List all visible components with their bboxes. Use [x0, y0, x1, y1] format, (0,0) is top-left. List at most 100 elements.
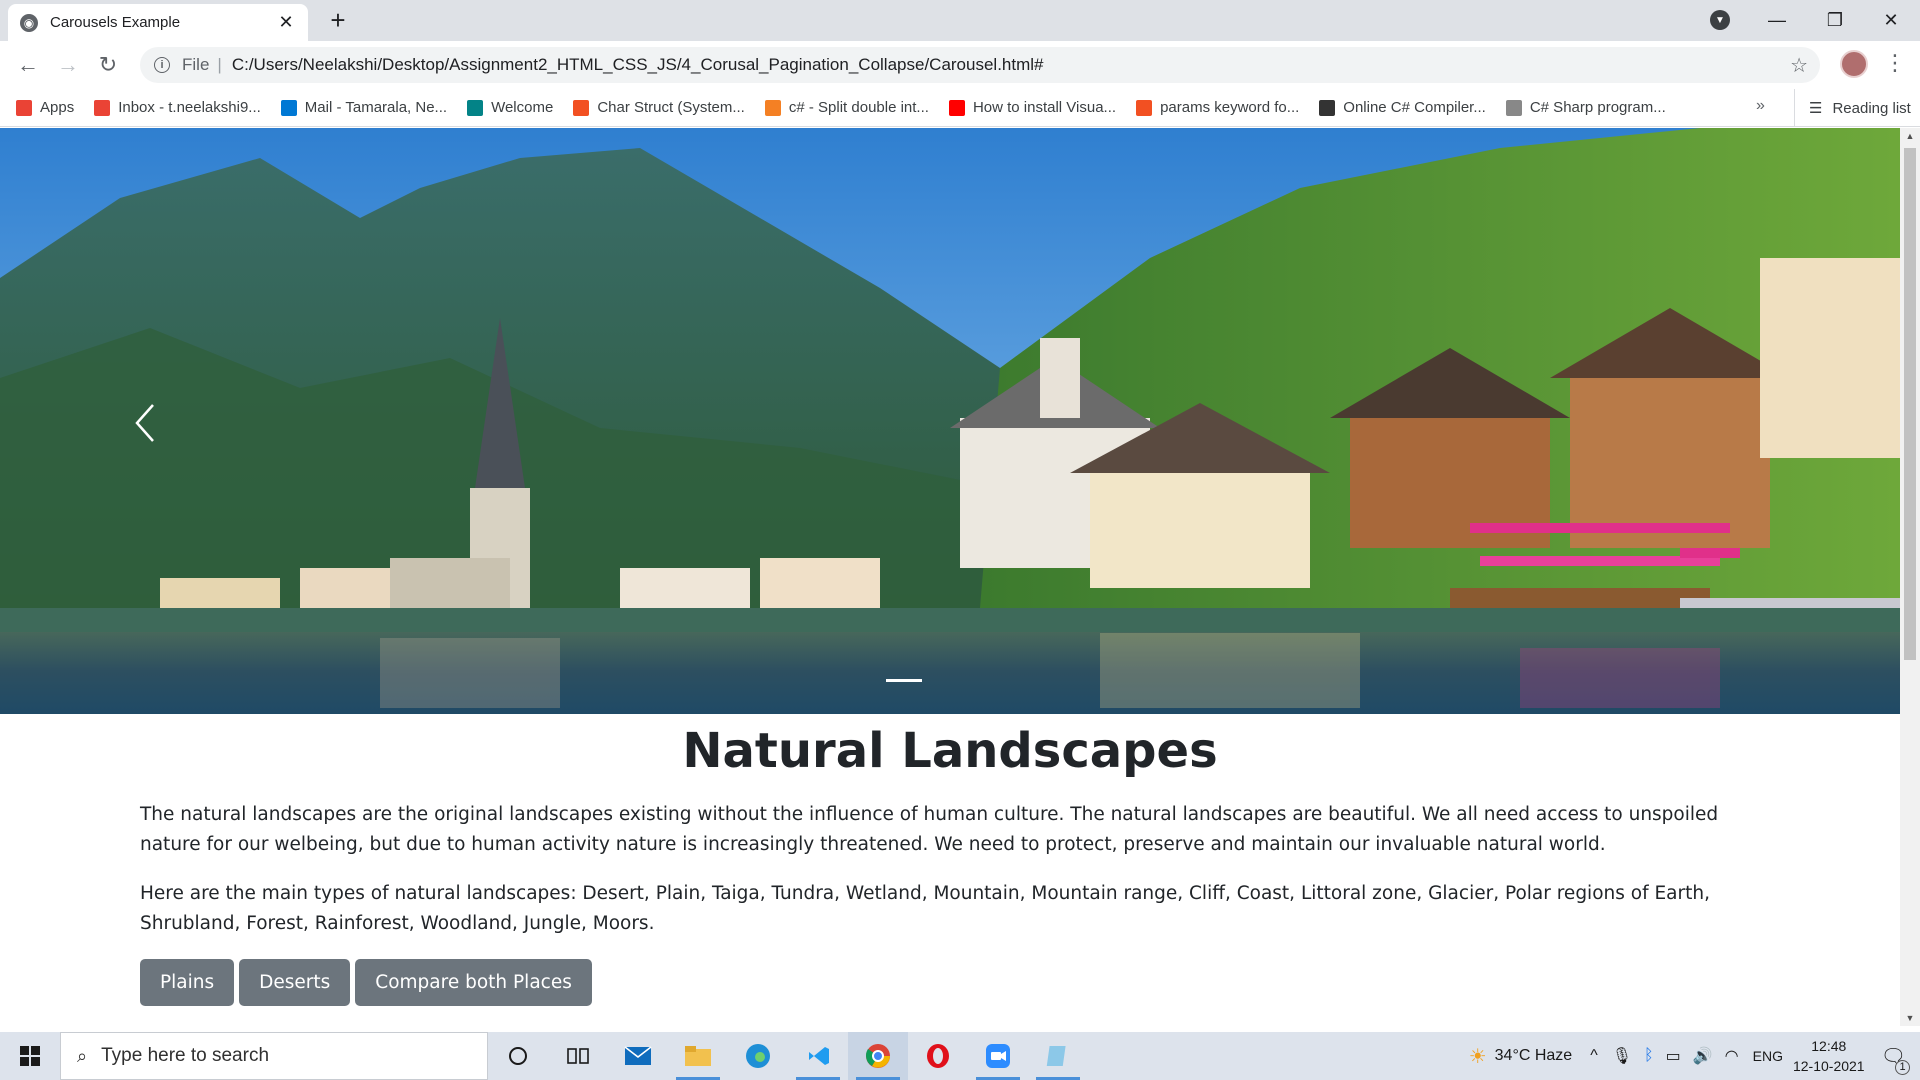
plains-button[interactable]: Plains: [140, 959, 235, 1006]
clock-date: 12-10-2021: [1792, 1058, 1865, 1074]
weather-icon[interactable]: ☀: [1469, 1044, 1487, 1069]
bookmark-item[interactable]: c# - Split double int...: [764, 99, 929, 116]
reload-button[interactable]: ↻: [92, 49, 124, 81]
system-tray: ☀ 34°C Haze ^ 🎙 ᛒ ▭ 🔊 ◠ ENG 12:48 12-10-…: [1469, 1032, 1920, 1080]
back-button[interactable]: ←: [12, 49, 44, 81]
bookmark-label: Mail - Tamarala, Ne...: [304, 99, 448, 116]
file-explorer-icon[interactable]: [668, 1032, 728, 1080]
microphone-icon[interactable]: 🎙: [1612, 1046, 1632, 1066]
start-button[interactable]: [0, 1032, 60, 1080]
bookmark-item[interactable]: Welcome: [467, 99, 553, 116]
weather-text[interactable]: 34°C Haze: [1495, 1047, 1573, 1065]
carousel-prev-button[interactable]: [125, 393, 165, 453]
url-text[interactable]: C:/Users/Neelakshi/Desktop/Assignment2_H…: [232, 55, 1044, 75]
mail-app-icon[interactable]: [608, 1032, 668, 1080]
close-tab-icon[interactable]: ✕: [276, 12, 296, 33]
tab-title: Carousels Example: [50, 14, 181, 31]
reading-list-label: Reading list: [1832, 99, 1911, 117]
address-bar[interactable]: i File | C:/Users/Neelakshi/Desktop/Assi…: [140, 47, 1820, 83]
url-separator: |: [217, 55, 222, 74]
browser-toolbar: ← → ↻ i File | C:/Users/Neelakshi/Deskto…: [0, 41, 1920, 89]
bookmark-label: Char Struct (System...: [597, 99, 745, 116]
forward-button[interactable]: →: [52, 49, 84, 81]
scroll-thumb[interactable]: [1904, 148, 1916, 660]
bookmarks-bar: Apps Inbox - t.neelakshi9... Mail - Tamara…: [0, 89, 1920, 127]
bookmark-label: How to install Visua...: [972, 99, 1117, 116]
microsoft-icon: [1136, 99, 1153, 116]
windows-logo-icon: [20, 1046, 40, 1066]
vscode-icon[interactable]: [788, 1032, 848, 1080]
scroll-up-icon[interactable]: ▲: [1900, 128, 1920, 144]
button-row: Plains Deserts Compare both Places: [140, 959, 1760, 1006]
new-tab-button[interactable]: +: [324, 6, 352, 34]
chevron-up-icon[interactable]: ^: [1590, 1047, 1598, 1065]
bookmark-label: Apps: [40, 99, 75, 116]
bookmark-label: Inbox - t.neelakshi9...: [118, 99, 261, 116]
bookmark-item[interactable]: How to install Visua...: [948, 99, 1117, 116]
carousel: [0, 128, 1900, 714]
carousel-slide-image: [0, 128, 1900, 714]
browser-menu-icon[interactable]: ⋮: [1884, 50, 1906, 76]
task-view-icon[interactable]: [548, 1032, 608, 1080]
bookmark-item[interactable]: params keyword fo...: [1136, 99, 1299, 116]
chrome-icon[interactable]: [848, 1032, 908, 1080]
intro-paragraph: The natural landscapes are the original …: [140, 804, 1719, 855]
deserts-button[interactable]: Deserts: [239, 959, 351, 1006]
url-scheme: File: [182, 55, 210, 74]
restore-button[interactable]: ❐: [1806, 0, 1864, 40]
language-indicator[interactable]: ENG: [1753, 1048, 1783, 1064]
scroll-down-icon[interactable]: ▼: [1900, 1010, 1920, 1026]
battery-icon[interactable]: ▭: [1666, 1046, 1681, 1066]
bluetooth-icon[interactable]: ᛒ: [1644, 1047, 1654, 1065]
minimize-button[interactable]: —: [1748, 0, 1806, 40]
bookmark-star-icon[interactable]: ☆: [1790, 53, 1808, 78]
page-scrollbar[interactable]: ▲ ▼: [1900, 128, 1920, 1026]
compiler-icon: [1319, 99, 1336, 116]
bookmark-label: Online C# Compiler...: [1343, 99, 1486, 116]
search-placeholder: Type here to search: [101, 1045, 270, 1066]
bookmark-item[interactable]: Online C# Compiler...: [1319, 99, 1486, 116]
apps-grid-icon: [16, 99, 32, 116]
profile-avatar[interactable]: [1840, 50, 1868, 78]
carousel-indicator-active[interactable]: [886, 679, 922, 682]
window-close-button[interactable]: ✕: [1862, 0, 1920, 40]
more-bookmarks-button[interactable]: »: [1756, 97, 1765, 115]
edge-icon[interactable]: [728, 1032, 788, 1080]
opera-icon[interactable]: [908, 1032, 968, 1080]
sharepoint-icon: [467, 99, 484, 116]
zoom-icon[interactable]: [968, 1032, 1028, 1080]
windows-taskbar: ⌕ Type here to search ☀ 34°C Haze ^ 🎙 ᛒ …: [0, 1032, 1920, 1080]
cortana-icon[interactable]: [488, 1032, 548, 1080]
notepad-icon[interactable]: [1028, 1032, 1088, 1080]
compare-button[interactable]: Compare both Places: [355, 959, 592, 1006]
reading-list-button[interactable]: ☰ Reading list: [1794, 89, 1911, 127]
stackoverflow-icon: [764, 99, 781, 116]
clock[interactable]: 12:48 12-10-2021: [1793, 1036, 1865, 1076]
volume-icon[interactable]: 🔊: [1693, 1046, 1713, 1066]
search-icon: ⌕: [77, 1045, 88, 1066]
bookmark-label: Welcome: [491, 99, 554, 116]
w3r-icon: [1505, 99, 1522, 116]
main-content: Natural Landscapes The natural landscape…: [140, 714, 1760, 1006]
types-paragraph: Here are the main types of natural lands…: [140, 883, 1710, 934]
microsoft-icon: [573, 99, 590, 116]
info-icon[interactable]: i: [154, 57, 170, 73]
bookmark-item[interactable]: Inbox - t.neelakshi9...: [94, 99, 261, 116]
gmail-icon: [94, 99, 111, 116]
bookmark-label: C# Sharp program...: [1529, 99, 1666, 116]
reading-list-icon: ☰: [1809, 100, 1823, 117]
bookmark-item[interactable]: C# Sharp program...: [1505, 99, 1666, 116]
taskbar-search[interactable]: ⌕ Type here to search: [60, 1032, 488, 1080]
browser-tab[interactable]: ◉ Carousels Example ✕: [8, 4, 308, 41]
page-viewport: Natural Landscapes The natural landscape…: [0, 128, 1920, 1026]
clock-time: 12:48: [1811, 1038, 1847, 1054]
bookmark-item[interactable]: Mail - Tamarala, Ne...: [280, 99, 448, 116]
bookmark-label: params keyword fo...: [1160, 99, 1300, 116]
bookmark-label: c# - Split double int...: [788, 99, 929, 116]
bookmark-item[interactable]: Char Struct (System...: [573, 99, 745, 116]
notification-count: 1: [1895, 1059, 1910, 1075]
tab-search-icon[interactable]: ▼: [1710, 10, 1730, 30]
bookmark-item[interactable]: Apps: [16, 99, 74, 116]
notification-center-icon[interactable]: 🗨 1: [1881, 1044, 1910, 1075]
wifi-icon[interactable]: ◠: [1725, 1046, 1739, 1066]
